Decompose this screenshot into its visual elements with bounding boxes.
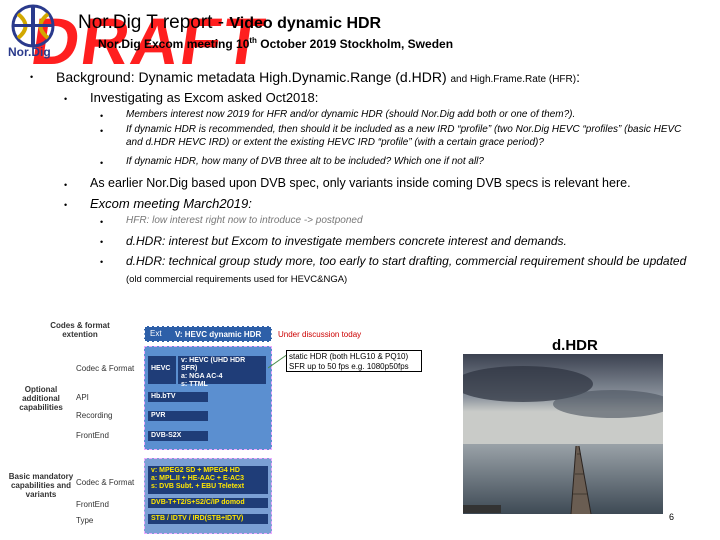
bullet-dot: • [100,111,104,121]
bullet-dot: • [64,200,68,210]
diagram-codes-ext-label: Codes & format extention [50,321,110,339]
background-heading-small: and High.Frame.Rate (HFR) [450,74,577,85]
hevc-detail-line: v: HEVC (UHD HDR SFR) [181,357,246,373]
row-frontend: FrontEnd [76,431,109,440]
bullet-dot: • [64,180,68,190]
item-dvb-spec: As earlier Nor.Dig based upon DVB spec, … [90,176,631,190]
item-excom-march: Excom meeting March2019: [90,196,252,211]
page-subtitle: Nor.Dig Excom meeting 10th October 2019 … [98,36,453,51]
frontend-basic-cell: DVB-T+T2/S+S2/C/IP domod [148,498,268,509]
dhdr-heading: d.HDR [552,337,598,354]
photo-credit-tag [463,505,501,513]
title-main: Nor.Dig T report - [78,12,225,33]
basic-codec-line: s: DVB Subt. + EBU Teletext [151,483,245,491]
background-heading-colon: : [576,69,580,85]
hevc-detail-line: s: TTML [181,381,208,389]
under-discussion-label: Under discussion today [278,330,362,339]
row-codec-format-basic: Codec & Format [76,478,135,487]
basic-codec-line: a: MPL.II + HE-AAC + E-AC3 [151,475,244,483]
diagram-optional-label: Optional additional capabilities [19,385,63,412]
bullet-dot: • [100,126,104,136]
dvbs2x-cell: DVB-S2X [148,431,208,442]
bullet-dot: • [100,257,104,267]
static-hdr-note: static HDR (both HLG10 & PQ10) SFR up to… [286,350,422,372]
row-recording: Recording [76,411,113,420]
hevc-dynamic-hdr-box: V: HEVC dynamic HDR [144,326,272,342]
capabilities-diagram: Codes & format extention V: HEVC dynamic… [4,318,284,536]
pier-photo-icon [463,354,663,514]
hevc-dynamic-hdr-label: V: HEVC dynamic HDR [175,330,262,339]
static-note-line: SFR up to 50 fps e.g. 1080p50fps [289,362,409,371]
static-note-line: static HDR (both HLG10 & PQ10) [289,352,409,361]
logo-text: Nor.Dig [8,45,51,59]
bullet-dot: • [100,237,104,247]
sub-item-dhdr-technical-note: (old commercial requirements used for HE… [126,273,348,285]
diagram-basic-label: Basic mandatory capabilities and variant… [8,472,74,499]
pvr-cell: PVR [148,411,208,422]
page-title: Nor.Dig T report - Video dynamic HDR [78,12,381,34]
sub-item-dhdr-technical: d.HDR: technical group study more, too e… [126,253,692,287]
row-api: API [76,393,89,402]
hbbtv-cell: Hb.bTV [148,392,208,403]
background-heading-text: Background: Dynamic metadata High.Dynami… [56,69,447,85]
row-type-basic: Type [76,516,94,525]
sub-item-profile: If dynamic HDR is recommended, then shou… [126,124,682,148]
sub-item-hfr: HFR: low interest right now to introduce… [126,215,363,226]
sub-item-dhdr-technical-text: d.HDR: technical group study more, too e… [126,254,687,268]
sub-item-dvb-alt: If dynamic HDR, how many of DVB three al… [126,156,484,167]
item-investigating: Investigating as Excom asked Oct2018: [90,90,319,105]
title-topic: Video dynamic HDR [229,15,382,32]
subtitle-sup: th [249,36,257,45]
subtitle-prefix: Nor.Dig Excom meeting 10 [98,37,250,51]
row-frontend-basic: FrontEnd [76,500,109,509]
hevc-detail-cell: v: HEVC (UHD HDR SFR) a: NGA AC-4 s: TTM… [178,356,266,388]
row-codec-format: Codec & Format [76,364,135,373]
sub-item-members-interest: Members interest now 2019 for HFR and/or… [126,109,576,120]
basic-codec-line: v: MPEG2 SD + MPEG4 HD [151,467,240,474]
subtitle-suffix: October 2019 Stockholm, Sweden [260,37,454,51]
ext-label: Ext [150,329,162,338]
bullet-dot: • [64,94,68,104]
bullet-dot: • [100,217,104,227]
hevc-cell: HEVC [148,356,176,384]
type-basic-cell: STB / IDTV / IRD(STB+IDTV) [148,514,268,525]
page-number: 6 [669,512,675,522]
basic-codec-cell: v: MPEG2 SD + MPEG4 HD a: MPL.II + HE-AA… [148,466,268,494]
sub-item-dhdr-interest: d.HDR: interest but Excom to investigate… [126,234,567,248]
bullet-dot: • [100,158,104,168]
background-heading: Background: Dynamic metadata High.Dynami… [56,69,580,85]
hevc-detail-line: a: NGA AC-4 [181,373,223,381]
